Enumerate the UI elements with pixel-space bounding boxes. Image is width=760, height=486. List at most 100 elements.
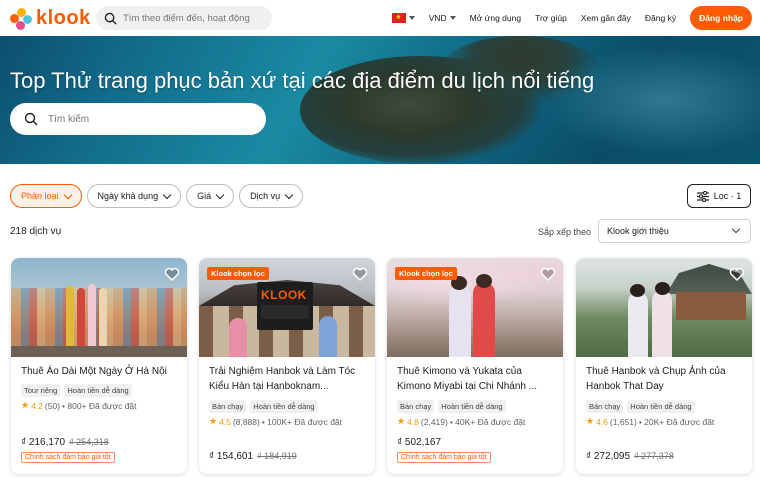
klook-logo[interactable]: klook	[10, 7, 91, 30]
vietnam-flag-icon	[391, 13, 406, 23]
card-title[interactable]: Thuê Hanbok và Chụp Ảnh của Hanbok That …	[586, 364, 746, 394]
tag: Hoàn tiền dễ dàng	[64, 384, 132, 397]
activity-card[interactable]: Thuê Hanbok và Chụp Ảnh của Hanbok That …	[576, 258, 752, 474]
original-price: ₫ 184,919	[257, 451, 297, 461]
header-nav: VND Mở ứng dụng Trợ giúp Xem gần đây Đăn…	[391, 0, 760, 36]
card-price: ₫ 216,170 ₫ 254,318	[21, 437, 109, 448]
card-image: Klook chọn lọc	[387, 258, 563, 357]
activity-card[interactable]: Thuê Áo Dài Một Ngày Ở Hà Nội Tour riêng…	[11, 258, 187, 474]
filter-price[interactable]: Giá	[186, 184, 235, 208]
price-guarantee-badge: Chính sách đảm bảo giá tốt	[21, 452, 115, 463]
search-icon	[104, 12, 117, 25]
page-title: Top Thử trang phục bản xứ tại các địa đi…	[10, 68, 595, 93]
card-price: ₫ 502,167	[397, 437, 441, 448]
heart-icon[interactable]	[164, 266, 180, 282]
star-icon: ★	[21, 400, 30, 410]
card-price: ₫ 154,601 ₫ 184,919	[209, 451, 297, 462]
original-price: ₫ 277,378	[634, 451, 674, 461]
card-tags: Bán chạy Hoàn tiền dễ dàng	[586, 400, 695, 413]
nav-sign-up[interactable]: Đăng ký	[645, 13, 676, 23]
card-price: ₫ 272,095 ₫ 277,378	[586, 451, 674, 462]
card-rating: ★ 4.2 (50) • 800+ Đã được đặt	[21, 400, 137, 411]
card-rating: ★ 4.6 (1,651) • 20K+ Đã được đặt	[586, 416, 714, 427]
chevron-down-icon	[284, 190, 294, 199]
tag: Bán chạy	[586, 400, 624, 413]
current-price: ₫ 502,167	[397, 437, 442, 448]
heart-icon[interactable]	[540, 266, 556, 282]
tag: Hoàn tiền dễ dàng	[627, 400, 695, 413]
chevron-down-icon	[215, 190, 225, 199]
filter-date-label: Ngày khả dụng	[97, 191, 159, 201]
chevron-down-icon	[63, 190, 72, 199]
heart-icon[interactable]	[352, 266, 368, 282]
chevron-down-icon	[731, 224, 741, 234]
nav-help[interactable]: Trợ giúp	[535, 13, 567, 23]
hero-search-input[interactable]: Tìm kiếm	[10, 103, 266, 135]
sort-label: Sắp xếp theo	[538, 227, 592, 237]
review-count: (1,651)	[609, 416, 637, 427]
sort-select[interactable]: Klook giới thiệu	[598, 219, 751, 243]
tag: Bán chạy	[209, 400, 247, 413]
rating-score: 4.2	[31, 400, 43, 411]
card-image: KLOOK Klook chọn lọc	[199, 258, 375, 357]
current-price: ₫ 216,170	[21, 437, 66, 448]
sliders-icon	[696, 190, 709, 202]
filter-service[interactable]: Dịch vụ	[239, 184, 304, 208]
hero-banner: Top Thử trang phục bản xứ tại các địa đi…	[0, 36, 760, 164]
nav-recently-viewed[interactable]: Xem gần đây	[581, 13, 631, 23]
filter-date[interactable]: Ngày khả dụng	[86, 184, 182, 208]
tag: Hoàn tiền dễ dàng	[250, 400, 318, 413]
card-tags: Tour riêng Hoàn tiền dễ dàng	[21, 384, 132, 397]
tag: Tour riêng	[21, 384, 61, 397]
filter-price-label: Giá	[197, 191, 212, 201]
currency-selector[interactable]: VND	[429, 13, 456, 23]
sort-value: Klook giới thiệu	[607, 226, 669, 236]
filter-button-label: Lọc · 1	[713, 191, 742, 201]
caret-down-icon	[408, 16, 415, 20]
booked-count: • 20K+ Đã được đặt	[638, 416, 715, 427]
card-rating: ★ 4.8 (2,419) • 40K+ Đã được đặt	[397, 416, 525, 427]
language-selector[interactable]	[391, 13, 415, 23]
hero-sea-foam	[520, 36, 760, 164]
top-search-input[interactable]: Tìm theo điểm đến, hoạt động	[96, 6, 272, 30]
activity-card[interactable]: Klook chọn lọc Thuê Kimono và Yukata của…	[387, 258, 563, 474]
card-title[interactable]: Trải Nghiệm Hanbok và Làm Tóc Kiểu Hàn t…	[209, 364, 369, 394]
filter-bar: Phân loại Ngày khả dụng Giá Dịch vụ	[10, 184, 304, 208]
result-count: 218 dịch vụ	[10, 226, 62, 237]
filter-button[interactable]: Lọc · 1	[687, 184, 751, 208]
filter-service-label: Dịch vụ	[250, 191, 281, 201]
card-title[interactable]: Thuê Kimono và Yukata của Kimono Miyabi …	[397, 364, 557, 394]
card-image	[11, 258, 187, 357]
card-rating: ★ 4.5 (8,888) • 100K+ Đã được đặt	[209, 416, 342, 427]
heart-icon[interactable]	[729, 266, 745, 282]
tag: Hoàn tiền dễ dàng	[438, 400, 506, 413]
currency-label: VND	[428, 13, 447, 23]
filter-category-label: Phân loại	[21, 191, 59, 201]
card-image	[576, 258, 752, 357]
star-icon: ★	[586, 416, 595, 426]
review-count: (2,419)	[420, 416, 448, 427]
top-search-placeholder: Tìm theo điểm đến, hoạt động	[123, 12, 250, 24]
search-icon	[24, 112, 38, 126]
rating-score: 4.8	[407, 416, 419, 427]
login-button[interactable]: Đăng nhập	[690, 6, 752, 30]
booked-count: • 800+ Đã được đặt	[62, 400, 137, 411]
logo-text: klook	[36, 7, 91, 29]
klook-choice-badge: Klook chọn lọc	[207, 267, 269, 280]
klook-logo-icon	[10, 7, 32, 30]
nav-open-app[interactable]: Mở ứng dụng	[470, 13, 521, 23]
current-price: ₫ 154,601	[209, 451, 254, 462]
activity-card[interactable]: KLOOK Klook chọn lọc Trải Nghiệm Hanbok …	[199, 258, 375, 474]
card-tags: Bán chạy Hoàn tiền dễ dàng	[397, 400, 506, 413]
klook-sign-text: KLOOK	[261, 288, 307, 302]
rating-score: 4.6	[596, 416, 608, 427]
original-price: ₫ 254,318	[69, 437, 109, 447]
booked-count: • 100K+ Đã được đặt	[261, 416, 343, 427]
card-title[interactable]: Thuê Áo Dài Một Ngày Ở Hà Nội	[21, 364, 181, 379]
filter-category[interactable]: Phân loại	[10, 184, 82, 208]
tag: Bán chạy	[397, 400, 435, 413]
booked-count: • 40K+ Đã được đặt	[449, 416, 526, 427]
klook-choice-badge: Klook chọn lọc	[395, 267, 457, 280]
star-icon: ★	[397, 416, 406, 426]
caret-down-icon	[449, 16, 456, 20]
